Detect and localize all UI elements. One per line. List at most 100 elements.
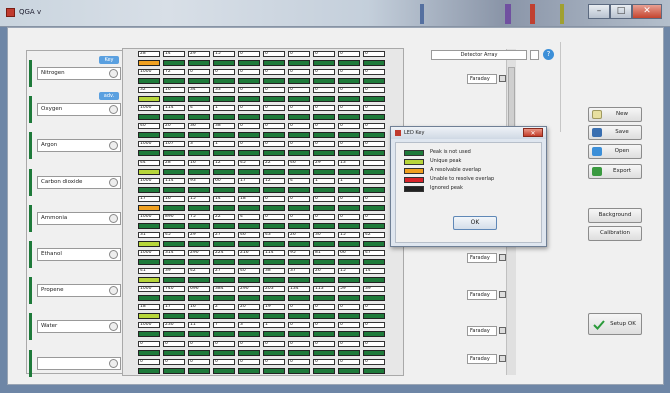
intensity-cell[interactable]: 1 <box>338 177 360 184</box>
mass-cell[interactable]: 44 <box>138 159 160 166</box>
mass-cell[interactable]: 22 <box>263 159 285 166</box>
intensity-cell[interactable]: 75 <box>188 213 210 220</box>
intensity-cell[interactable]: 39 <box>363 286 385 293</box>
intensity-cell[interactable]: 3 <box>238 322 260 329</box>
intensity-cell[interactable]: 290 <box>238 286 260 293</box>
intensity-cell[interactable]: 1000 <box>138 250 160 256</box>
intensity-cell[interactable]: 384 <box>213 286 235 293</box>
intensity-cell[interactable]: 47 <box>363 250 385 256</box>
mass-cell[interactable]: 0 <box>363 51 385 57</box>
mass-cell[interactable]: 42 <box>188 268 210 275</box>
faraday-settings-icon[interactable] <box>499 355 506 362</box>
mass-cell[interactable]: 16 <box>188 304 210 311</box>
mass-cell[interactable]: 26 <box>288 232 310 238</box>
ok-button[interactable]: OK <box>453 216 497 230</box>
calibration-button[interactable]: Calibration <box>588 226 642 241</box>
help-icon[interactable]: ? <box>543 49 554 60</box>
dialog-close-button[interactable]: ✕ <box>523 128 543 137</box>
mass-cell[interactable]: 42 <box>363 232 385 238</box>
intensity-cell[interactable]: 0 <box>313 141 335 148</box>
intensity-cell[interactable]: 0 <box>363 322 385 329</box>
intensity-cell[interactable]: 224 <box>213 250 235 256</box>
intensity-cell[interactable]: 1000 <box>138 322 160 329</box>
intensity-cell[interactable]: 0 <box>338 322 360 329</box>
mass-cell[interactable]: 45 <box>163 232 185 238</box>
intensity-cell[interactable]: 0 <box>338 213 360 220</box>
gas-select[interactable]: Water <box>37 320 121 334</box>
mass-cell[interactable]: 0 <box>313 51 335 57</box>
detector-dropdown-button[interactable] <box>530 50 539 60</box>
mass-cell[interactable]: 16 <box>163 195 185 202</box>
mass-cell[interactable]: 29 <box>188 232 210 238</box>
mass-cell[interactable]: 0 <box>288 87 310 94</box>
intensity-cell[interactable]: 0 <box>238 105 260 112</box>
mass-cell[interactable]: 0 <box>288 195 310 202</box>
mass-cell[interactable]: 0 <box>363 123 385 130</box>
mass-cell[interactable]: 40 <box>138 123 160 130</box>
intensity-cell[interactable]: 7 <box>213 322 235 329</box>
mass-cell[interactable]: 0 <box>313 123 335 130</box>
intensity-cell[interactable]: 1000 <box>138 177 160 184</box>
mass-cell[interactable]: 2 <box>213 304 235 311</box>
intensity-cell[interactable]: 12 <box>263 177 285 184</box>
mass-cell[interactable]: 30 <box>313 232 335 238</box>
setup-ok-button[interactable]: Setup OK <box>588 313 642 335</box>
mass-cell[interactable]: 0 <box>138 340 160 347</box>
intensity-cell[interactable]: 60 <box>213 177 235 184</box>
mass-cell[interactable]: 41 <box>138 268 160 275</box>
mass-cell[interactable]: 32 <box>138 87 160 94</box>
mass-cell[interactable]: 0 <box>363 340 385 347</box>
mass-cell[interactable]: 0 <box>338 304 360 311</box>
mass-cell[interactable]: 46 <box>288 159 310 166</box>
mass-cell[interactable]: 0 <box>238 123 260 130</box>
intensity-cell[interactable]: 0 <box>188 358 210 365</box>
export-button[interactable]: Export <box>588 164 642 179</box>
mass-cell[interactable]: 0 <box>338 340 360 347</box>
mass-cell[interactable]: 45 <box>238 159 260 166</box>
mass-cell[interactable]: 43 <box>263 232 285 238</box>
mass-cell[interactable]: 20 <box>238 304 260 311</box>
mass-cell[interactable]: 36 <box>188 123 210 130</box>
open-button[interactable]: Open <box>588 144 642 159</box>
mass-cell[interactable]: 46 <box>238 232 260 238</box>
intensity-cell[interactable]: 107 <box>163 141 185 148</box>
mass-cell[interactable]: 27 <box>213 232 235 238</box>
mass-cell[interactable]: 0 <box>363 304 385 311</box>
intensity-cell[interactable]: 0 <box>288 69 310 75</box>
intensity-cell[interactable]: 4 <box>238 213 260 220</box>
mass-cell[interactable]: 0 <box>288 304 310 311</box>
intensity-cell[interactable]: 0 <box>263 105 285 112</box>
intensity-cell[interactable]: 0 <box>363 213 385 220</box>
mass-cell[interactable]: 29 <box>188 51 210 57</box>
mass-cell[interactable]: 16 <box>188 159 210 166</box>
intensity-cell[interactable]: 0 <box>188 69 210 75</box>
mass-cell[interactable]: 0 <box>338 195 360 202</box>
intensity-cell[interactable]: 114 <box>263 250 285 256</box>
mass-cell[interactable]: 15 <box>338 268 360 275</box>
faraday-settings-icon[interactable] <box>499 75 506 82</box>
new-button[interactable]: New <box>588 107 642 122</box>
mass-cell[interactable]: 0 <box>213 340 235 347</box>
intensity-cell[interactable]: 1000 <box>138 105 160 112</box>
intensity-cell[interactable]: 0 <box>363 69 385 75</box>
mass-cell[interactable]: 15 <box>188 195 210 202</box>
mass-cell[interactable]: 18 <box>138 304 160 311</box>
intensity-cell[interactable]: 0 <box>363 141 385 148</box>
intensity-cell[interactable]: 3 <box>188 141 210 148</box>
intensity-cell[interactable]: 66 <box>338 250 360 256</box>
intensity-cell[interactable]: 0 <box>263 358 285 365</box>
faraday-settings-icon[interactable] <box>499 327 506 334</box>
intensity-cell[interactable]: 114 <box>163 105 185 112</box>
intensity-cell[interactable]: 0 <box>138 358 160 365</box>
intensity-cell[interactable]: 740 <box>163 286 185 293</box>
intensity-cell[interactable]: 314 <box>163 250 185 256</box>
mass-cell[interactable]: 0 <box>263 195 285 202</box>
intensity-cell[interactable]: 1 <box>263 322 285 329</box>
intensity-cell[interactable] <box>363 177 385 184</box>
mass-cell[interactable]: 0 <box>263 51 285 57</box>
mass-cell[interactable]: 34 <box>188 87 210 94</box>
mass-cell[interactable]: 27 <box>213 268 235 275</box>
mass-cell[interactable]: 28 <box>138 51 160 57</box>
intensity-cell[interactable]: 0 <box>288 322 310 329</box>
intensity-cell[interactable]: 134 <box>288 286 310 293</box>
